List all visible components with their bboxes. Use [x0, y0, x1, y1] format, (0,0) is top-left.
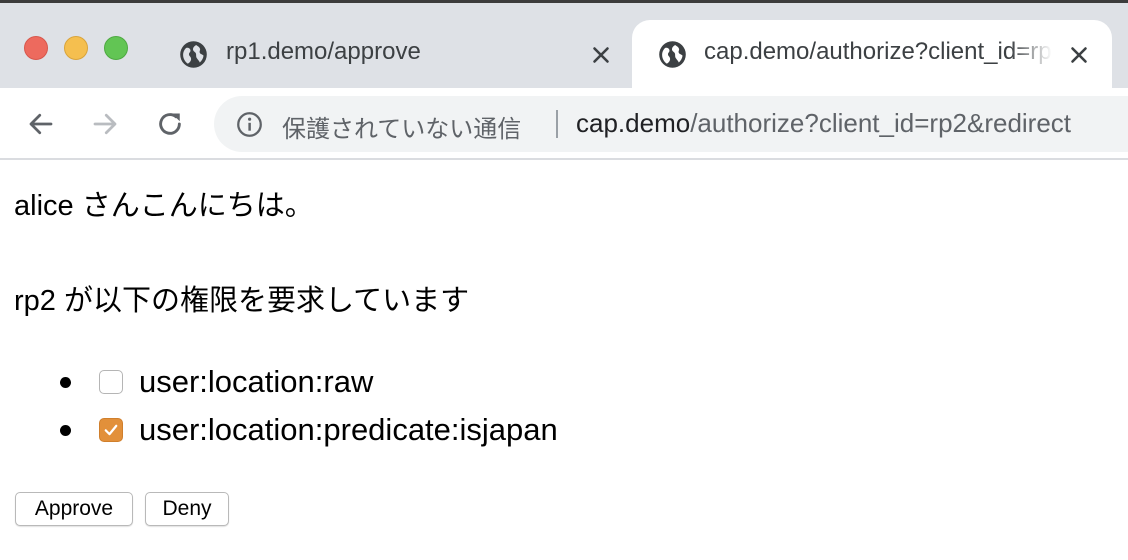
address-bar[interactable]: 保護されていない通信 cap.demo/authorize?client_id=… — [214, 96, 1128, 152]
reload-button[interactable] — [150, 104, 190, 144]
url-host: cap.demo — [576, 108, 691, 138]
forward-arrow-icon — [93, 113, 117, 135]
security-status-text[interactable]: 保護されていない通信 — [282, 109, 521, 144]
greeting-text: alice さんこんにちは。 — [14, 190, 314, 222]
tab-title: rp1.demo/approve — [226, 38, 421, 65]
back-arrow-icon — [29, 113, 53, 135]
close-icon[interactable] — [588, 42, 614, 68]
zoom-window-button[interactable] — [104, 36, 128, 60]
forward-button[interactable] — [85, 104, 125, 144]
page-content: alice さんこんにちは。 rp2 が以下の権限を要求しています user:l… — [0, 162, 1128, 560]
globe-icon — [180, 41, 207, 68]
deny-button[interactable]: Deny — [145, 492, 229, 526]
scope-list: user:location:raw user:location:predicat… — [60, 358, 558, 454]
approve-button[interactable]: Approve — [15, 492, 133, 526]
permission-request-text: rp2 が以下の権限を要求しています — [14, 285, 470, 317]
scope-checkbox-location-isjapan[interactable] — [99, 418, 123, 442]
browser-toolbar: 保護されていない通信 cap.demo/authorize?client_id=… — [0, 88, 1128, 160]
globe-icon — [659, 41, 686, 68]
address-bar-divider — [556, 110, 558, 138]
scope-checkbox-location-raw[interactable] — [99, 370, 123, 394]
scope-item-location-raw: user:location:raw — [60, 358, 558, 406]
scope-item-location-isjapan: user:location:predicate:isjapan — [60, 406, 558, 454]
scope-label: user:location:predicate:isjapan — [139, 412, 558, 447]
tab-rp1-approve[interactable]: rp1.demo/approve — [160, 20, 632, 88]
close-window-button[interactable] — [24, 36, 48, 60]
url-text[interactable]: cap.demo/authorize?client_id=rp2&redirec… — [576, 108, 1071, 139]
reload-icon — [159, 113, 181, 135]
info-icon[interactable] — [236, 111, 263, 138]
close-icon[interactable] — [1066, 42, 1092, 68]
list-bullet — [60, 376, 71, 388]
tab-cap-authorize[interactable]: cap.demo/authorize?client_id=rp2&redirec… — [632, 20, 1112, 88]
scope-label: user:location:raw — [139, 364, 374, 399]
list-bullet — [60, 424, 71, 436]
back-button[interactable] — [21, 104, 61, 144]
tab-title: cap.demo/authorize?client_id=rp2&redirec… — [704, 38, 1052, 65]
tab-strip: rp1.demo/approve cap.demo/authorize?clie… — [0, 3, 1128, 88]
checkmark-icon — [104, 424, 118, 436]
minimize-window-button[interactable] — [64, 36, 88, 60]
url-path: /authorize?client_id=rp2&redirect — [690, 108, 1072, 138]
